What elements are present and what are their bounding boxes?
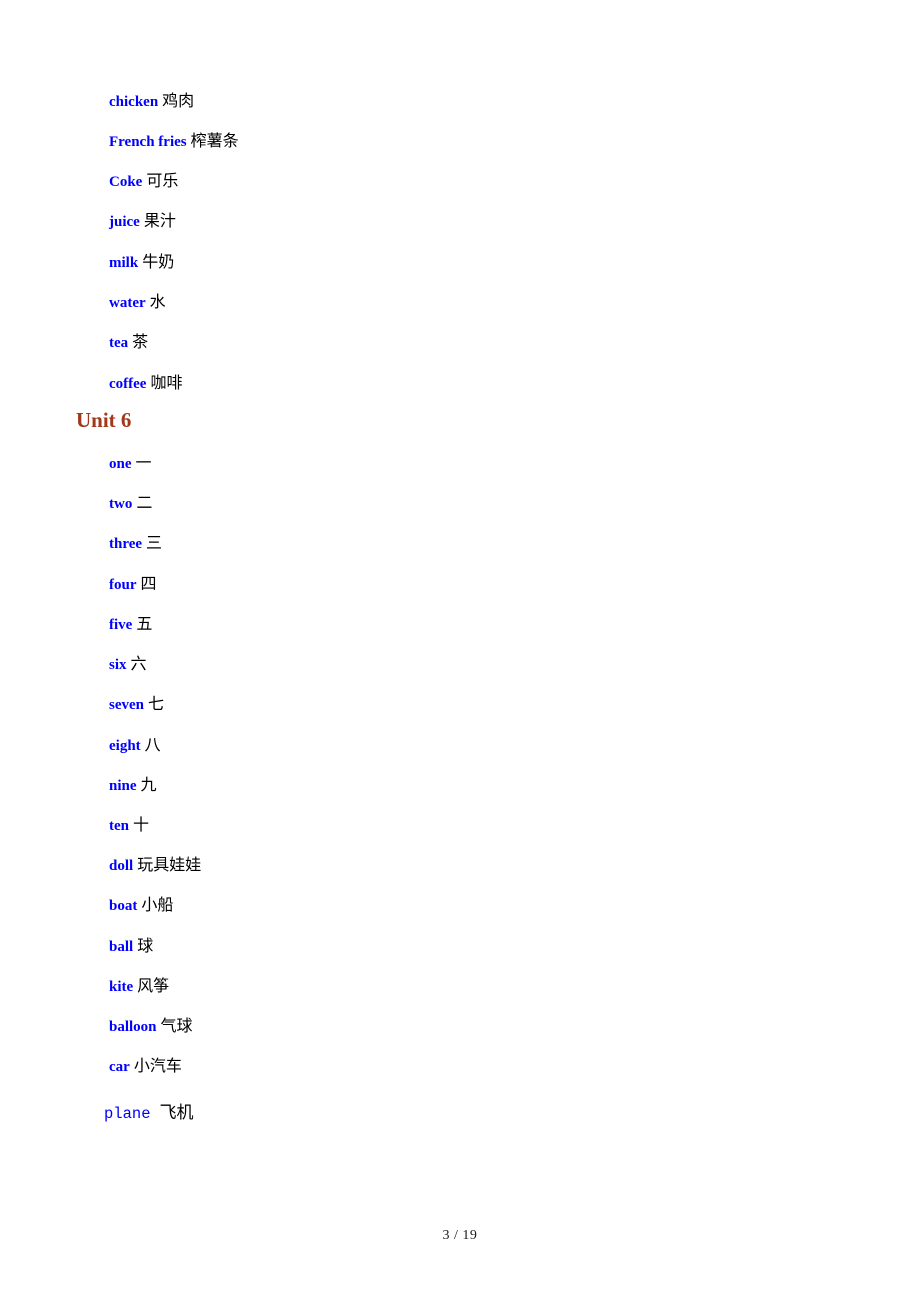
vocabulary-english-term: ball xyxy=(109,939,134,955)
vocabulary-english-term: kite xyxy=(109,979,134,995)
vocabulary-entry: milk 牛奶 xyxy=(109,254,174,271)
vocabulary-entry: two 二 xyxy=(109,495,152,512)
vocabulary-entry: five 五 xyxy=(109,616,152,633)
vocabulary-chinese-gloss: 气球 xyxy=(160,1016,193,1035)
vocabulary-chinese-gloss: 六 xyxy=(130,654,147,673)
vocabulary-chinese-gloss: 茶 xyxy=(132,332,149,351)
vocabulary-entry: French fries 榨薯条 xyxy=(109,133,239,150)
vocabulary-english-term: plane xyxy=(104,1105,151,1123)
vocabulary-chinese-gloss: 一 xyxy=(135,453,152,472)
vocabulary-entry: car 小汽车 xyxy=(109,1058,182,1075)
vocabulary-english-term: two xyxy=(109,496,133,512)
vocabulary-chinese-gloss: 十 xyxy=(133,815,150,834)
vocabulary-entry: ball 球 xyxy=(109,938,153,955)
vocabulary-chinese-gloss: 三 xyxy=(146,533,163,552)
vocabulary-chinese-gloss: 五 xyxy=(136,614,153,633)
vocabulary-english-term: Coke xyxy=(109,174,143,190)
vocabulary-english-term: five xyxy=(109,617,133,633)
vocabulary-chinese-gloss: 可乐 xyxy=(146,171,179,190)
vocabulary-chinese-gloss: 七 xyxy=(148,694,165,713)
vocabulary-english-term: boat xyxy=(109,898,138,914)
unit-heading: Unit 6 xyxy=(76,408,132,432)
vocabulary-entry: six 六 xyxy=(109,656,147,673)
vocabulary-english-term: seven xyxy=(109,697,144,713)
vocabulary-chinese-gloss: 果汁 xyxy=(143,211,176,230)
vocabulary-english-term: one xyxy=(109,456,132,472)
vocabulary-chinese-gloss: 风筝 xyxy=(137,976,170,995)
vocabulary-chinese-gloss: 水 xyxy=(149,292,166,311)
page-number-footer: 3 / 19 xyxy=(442,1228,478,1243)
vocabulary-chinese-gloss: 榨薯条 xyxy=(190,131,239,150)
vocabulary-chinese-gloss: 鸡肉 xyxy=(162,91,195,110)
vocabulary-chinese-gloss: 小汽车 xyxy=(133,1056,182,1075)
vocabulary-english-term: eight xyxy=(109,738,141,754)
vocabulary-chinese-gloss: 二 xyxy=(136,493,153,512)
vocabulary-english-term: French fries xyxy=(109,134,187,150)
vocabulary-chinese-gloss: 飞机 xyxy=(159,1103,194,1123)
vocabulary-english-term: nine xyxy=(109,778,137,794)
vocabulary-entry: nine 九 xyxy=(109,777,157,794)
vocabulary-entry: seven 七 xyxy=(109,696,164,713)
vocabulary-english-term: ten xyxy=(109,818,129,834)
vocabulary-english-term: balloon xyxy=(109,1019,157,1035)
vocabulary-chinese-gloss: 四 xyxy=(140,574,157,593)
vocabulary-entry: kite 风筝 xyxy=(109,978,169,995)
vocabulary-entry: coffee 咖啡 xyxy=(109,375,182,392)
vocabulary-english-term: doll xyxy=(109,858,134,874)
vocabulary-english-term: chicken xyxy=(109,94,159,110)
vocabulary-entry: ten 十 xyxy=(109,817,149,834)
vocabulary-chinese-gloss: 八 xyxy=(144,735,161,754)
vocabulary-english-term: coffee xyxy=(109,376,147,392)
vocabulary-chinese-gloss: 球 xyxy=(137,936,154,955)
vocabulary-entry: one 一 xyxy=(109,455,152,472)
vocabulary-entry: four 四 xyxy=(109,576,157,593)
vocabulary-entry: Coke 可乐 xyxy=(109,173,178,190)
vocabulary-entry: balloon 气球 xyxy=(109,1018,193,1035)
vocabulary-entry: tea 茶 xyxy=(109,334,148,351)
document-page: chicken 鸡肉 French fries 榨薯条 Coke 可乐 juice 果汁 mil… xyxy=(0,0,920,1302)
vocabulary-entry: chicken 鸡肉 xyxy=(109,93,194,110)
vocabulary-entry: boat 小船 xyxy=(109,897,173,914)
vocabulary-english-term: milk xyxy=(109,255,139,271)
vocabulary-english-term: juice xyxy=(109,214,140,230)
vocabulary-chinese-gloss: 小船 xyxy=(141,895,174,914)
vocabulary-entry: three 三 xyxy=(109,535,162,552)
vocabulary-entry: juice 果汁 xyxy=(109,213,176,230)
vocabulary-english-term: car xyxy=(109,1059,130,1075)
vocabulary-entry: water 水 xyxy=(109,294,166,311)
vocabulary-english-term: four xyxy=(109,577,137,593)
vocabulary-chinese-gloss: 咖啡 xyxy=(150,373,183,392)
vocabulary-english-term: six xyxy=(109,657,127,673)
vocabulary-chinese-gloss: 玩具娃娃 xyxy=(137,855,202,874)
vocabulary-entry: plane 飞机 xyxy=(104,1105,194,1123)
vocabulary-entry: doll 玩具娃娃 xyxy=(109,857,201,874)
vocabulary-english-term: water xyxy=(109,295,146,311)
vocabulary-entry: eight 八 xyxy=(109,737,161,754)
vocabulary-chinese-gloss: 牛奶 xyxy=(142,252,175,271)
vocabulary-chinese-gloss: 九 xyxy=(140,775,157,794)
vocabulary-english-term: three xyxy=(109,536,143,552)
vocabulary-english-term: tea xyxy=(109,335,129,351)
